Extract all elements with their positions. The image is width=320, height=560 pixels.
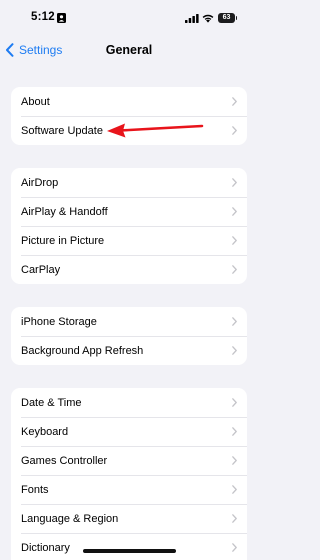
battery-level: 63 [218,12,235,23]
row-carplay[interactable]: CarPlay [11,255,247,284]
chevron-right-icon [232,427,237,436]
row-about[interactable]: About [11,87,247,116]
row-label: Date & Time [21,396,82,409]
row-label: iPhone Storage [21,315,97,328]
row-language-region[interactable]: Language & Region [11,504,247,533]
navigation-bar: Settings General [0,36,258,64]
row-fonts[interactable]: Fonts [11,475,247,504]
row-keyboard[interactable]: Keyboard [11,417,247,446]
chevron-right-icon [232,97,237,106]
chevron-right-icon [232,398,237,407]
chevron-right-icon [232,514,237,523]
settings-group-locale: Date & Time Keyboard Games Controller Fo… [11,388,247,560]
row-label: CarPlay [21,263,61,276]
row-airdrop[interactable]: AirDrop [11,168,247,197]
chevron-right-icon [232,456,237,465]
signal-icon [185,14,199,23]
settings-group-connectivity: AirDrop AirPlay & Handoff Picture in Pic… [11,168,247,284]
row-label: Keyboard [21,425,69,438]
row-label: Dictionary [21,541,70,554]
row-label: Software Update [21,124,103,137]
annotation-arrow [107,123,204,138]
row-background-app-refresh[interactable]: Background App Refresh [11,336,247,365]
settings-group-storage: iPhone Storage Background App Refresh [11,307,247,365]
row-iphone-storage[interactable]: iPhone Storage [11,307,247,336]
wifi-icon [202,14,214,23]
row-label: Picture in Picture [21,234,105,247]
row-label: Fonts [21,483,49,496]
row-label: Background App Refresh [21,344,144,357]
chevron-right-icon [232,317,237,326]
row-label: Language & Region [21,512,119,525]
chevron-right-icon [232,346,237,355]
page-title: General [105,43,153,57]
row-label: Games Controller [21,454,108,467]
row-picture-in-picture[interactable]: Picture in Picture [11,226,247,255]
chevron-right-icon [232,485,237,494]
chevron-right-icon [232,126,237,135]
home-indicator[interactable] [83,549,176,553]
row-games-controller[interactable]: Games Controller [11,446,247,475]
person-badge-icon [57,13,66,23]
battery-icon: 63 [218,12,237,23]
chevron-right-icon [232,178,237,187]
chevron-right-icon [232,236,237,245]
row-airplay-handoff[interactable]: AirPlay & Handoff [11,197,247,226]
status-bar: 5:12 63 [0,0,258,36]
status-time: 5:12 [31,11,55,23]
chevron-right-icon [232,207,237,216]
row-label: About [21,95,50,108]
row-label: AirDrop [21,176,59,189]
row-label: AirPlay & Handoff [21,205,108,218]
row-date-time[interactable]: Date & Time [11,388,247,417]
chevron-right-icon [232,265,237,274]
row-dictionary[interactable]: Dictionary [11,533,247,560]
chevron-right-icon [232,543,237,552]
